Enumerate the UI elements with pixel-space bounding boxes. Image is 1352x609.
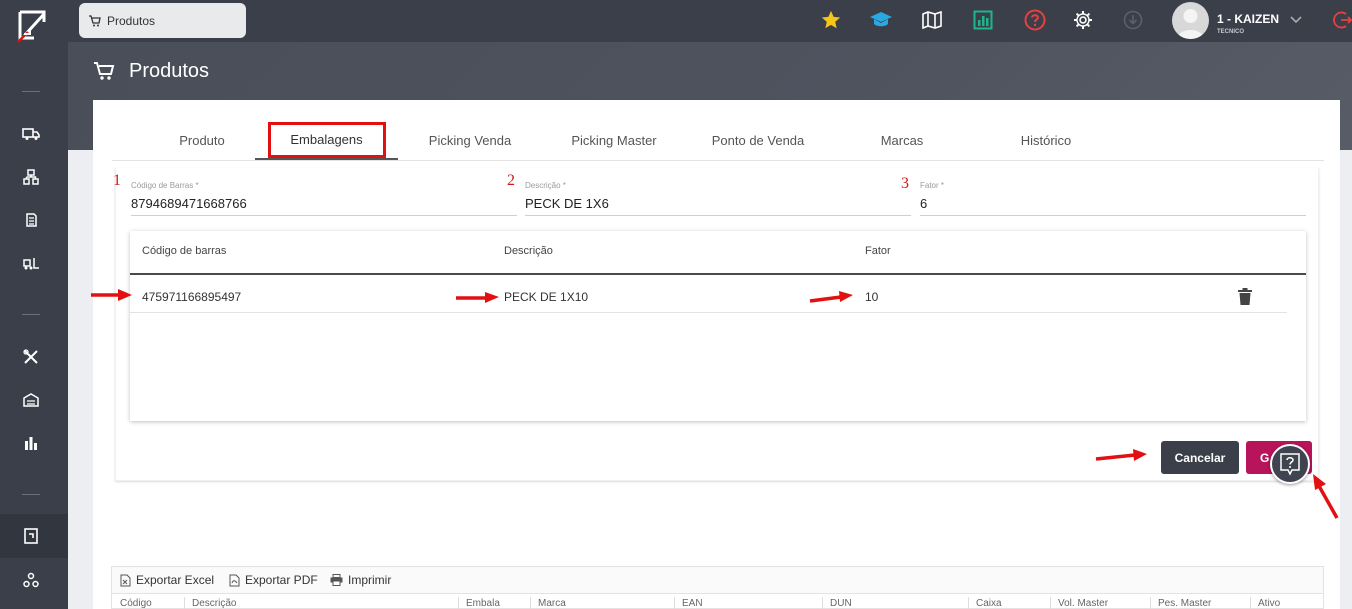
document-stack-icon[interactable] — [20, 209, 42, 231]
bar-chart-icon[interactable] — [20, 432, 42, 454]
packaging-table: Código de barras Descrição Fator 4759711… — [130, 231, 1306, 421]
factor-underline — [920, 215, 1306, 216]
download-icon[interactable] — [1121, 8, 1145, 32]
truck-icon[interactable] — [20, 123, 42, 145]
trash-icon[interactable] — [1238, 288, 1252, 310]
cancel-button[interactable]: Cancelar — [1161, 441, 1239, 474]
annotation-arrow — [809, 291, 853, 303]
grid-column-header[interactable]: DUN — [830, 598, 852, 609]
grid-column-header[interactable]: Descrição — [192, 598, 236, 609]
cart-icon — [89, 14, 101, 26]
open-tab-label: Produtos — [107, 13, 156, 28]
table-cell-description[interactable]: PECK DE 1X10 — [504, 290, 588, 304]
avatar[interactable] — [1172, 2, 1209, 39]
grid-column-header[interactable]: Pes. Master — [1158, 598, 1211, 609]
grid-column-header[interactable]: EAN — [682, 598, 703, 609]
excel-file-icon — [120, 574, 131, 586]
pdf-file-icon — [229, 574, 240, 586]
annotation-arrow — [456, 292, 499, 303]
factor-label: Fator * — [920, 181, 945, 190]
star-icon[interactable] — [819, 8, 843, 32]
chevron-down-icon[interactable] — [1284, 8, 1308, 32]
top-bar: Produtos 1 - KAIZEN TECNICO — [68, 0, 1352, 42]
column-header-barcode[interactable]: Código de barras — [142, 245, 226, 257]
print-button[interactable]: Imprimir — [330, 573, 391, 587]
annotation-highlight-box — [268, 122, 386, 158]
gear-icon[interactable] — [1071, 8, 1095, 32]
sidebar-divider — [22, 494, 40, 495]
user-role: TECNICO — [1217, 29, 1244, 35]
grid-column-separator — [184, 597, 185, 609]
map-icon[interactable] — [920, 8, 944, 32]
report-chart-icon[interactable] — [971, 8, 995, 32]
tab-picking-master[interactable]: Picking Master — [542, 120, 686, 160]
grid-column-header[interactable]: Código — [120, 598, 152, 609]
product-form-card: Produto Embalagens Picking Venda Picking… — [93, 100, 1340, 609]
table-cell-barcode[interactable]: 475971166895497 — [142, 290, 241, 304]
grid-column-separator — [674, 597, 675, 609]
tab-picking-venda[interactable]: Picking Venda — [398, 120, 542, 160]
page-title: Produtos — [129, 60, 210, 82]
grid-column-header[interactable]: Ativo — [1258, 598, 1280, 609]
logout-icon[interactable] — [1330, 8, 1352, 32]
description-underline — [525, 215, 911, 216]
sidebar-divider — [22, 91, 40, 92]
grid-column-separator — [1250, 597, 1251, 609]
printer-icon — [330, 574, 343, 586]
annotation-arrow — [1095, 449, 1147, 461]
tab-produto[interactable]: Produto — [132, 120, 272, 160]
grid-column-header[interactable]: Caixa — [976, 598, 1002, 609]
products-grid-header: Código Descrição Embala Marca EAN DUN Ca… — [111, 593, 1324, 609]
grid-column-separator — [968, 597, 969, 609]
tab-historico[interactable]: Histórico — [974, 120, 1118, 160]
grid-column-separator — [822, 597, 823, 609]
factor-input[interactable]: 6 — [920, 196, 927, 211]
annotation-arrow — [91, 289, 132, 301]
edit-document-icon[interactable] — [20, 525, 42, 547]
tools-icon[interactable] — [20, 346, 42, 368]
open-tab-produtos[interactable]: Produtos — [79, 3, 246, 38]
annotation-number: 1 — [113, 172, 121, 189]
tab-ponto-de-venda[interactable]: Ponto de Venda — [686, 120, 830, 160]
table-row-divider — [130, 312, 1287, 313]
grid-column-separator — [530, 597, 531, 609]
sidebar — [0, 0, 68, 609]
barcode-label: Código de Barras * — [131, 181, 199, 190]
grid-column-header[interactable]: Embala — [466, 598, 500, 609]
grid-column-separator — [1050, 597, 1051, 609]
print-label: Imprimir — [348, 573, 392, 587]
cart-icon — [93, 61, 115, 86]
barcode-underline — [131, 215, 517, 216]
description-label: Descrição * — [525, 181, 566, 190]
export-pdf-label: Exportar PDF — [245, 573, 318, 587]
graduation-cap-icon[interactable] — [869, 8, 893, 32]
app-logo-icon[interactable] — [14, 8, 50, 44]
description-input[interactable]: PECK DE 1X6 — [525, 196, 609, 211]
grid-column-separator — [1150, 597, 1151, 609]
tab-marcas[interactable]: Marcas — [830, 120, 974, 160]
help-circle-icon[interactable] — [1023, 8, 1047, 32]
annotation-arrow — [1313, 474, 1339, 519]
export-toolbar: Exportar Excel Exportar PDF Imprimir — [111, 566, 1324, 593]
table-cell-factor[interactable]: 10 — [865, 290, 878, 304]
forklift-icon[interactable] — [20, 252, 42, 274]
warehouse-icon[interactable] — [20, 389, 42, 411]
user-name[interactable]: 1 - KAIZEN — [1217, 12, 1279, 26]
export-excel-button[interactable]: Exportar Excel — [120, 573, 214, 587]
barcode-input[interactable]: 8794689471668766 — [131, 196, 247, 211]
table-header-divider — [130, 273, 1306, 275]
column-header-description[interactable]: Descrição — [504, 245, 553, 257]
grid-column-separator — [458, 597, 459, 609]
support-chat-icon[interactable] — [1270, 444, 1310, 484]
hierarchy-icon[interactable] — [20, 569, 42, 591]
grid-column-header[interactable]: Marca — [538, 598, 566, 609]
export-pdf-button[interactable]: Exportar PDF — [229, 573, 318, 587]
network-icon[interactable] — [20, 166, 42, 188]
annotation-number: 3 — [901, 175, 909, 192]
export-excel-label: Exportar Excel — [136, 573, 215, 587]
annotation-number: 2 — [507, 172, 515, 189]
grid-column-header[interactable]: Vol. Master — [1058, 598, 1108, 609]
column-header-factor[interactable]: Fator — [865, 245, 891, 257]
sidebar-divider — [22, 314, 40, 315]
